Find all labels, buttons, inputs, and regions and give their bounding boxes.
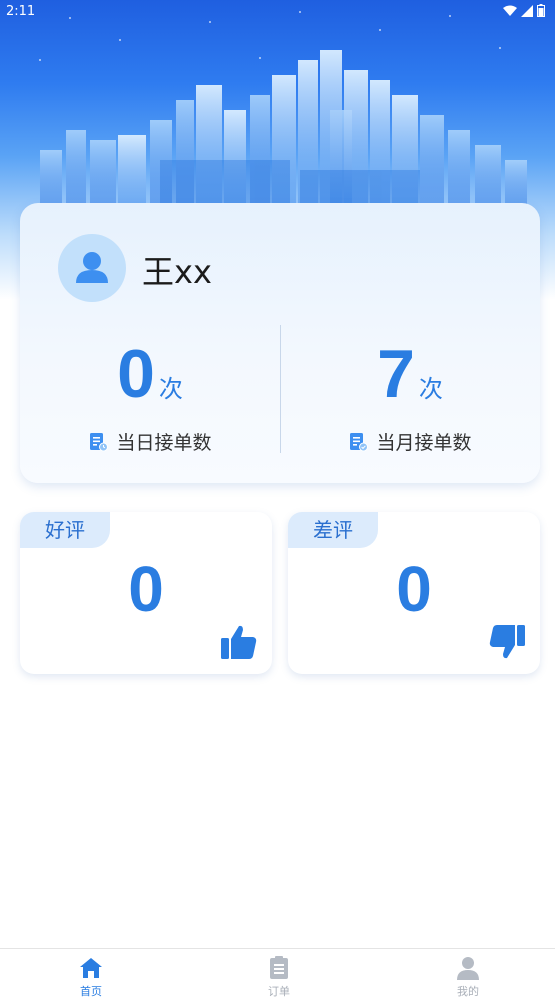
monthly-orders-stat: 7次 当月接单数: [280, 335, 540, 455]
bad-review-tag: 差评: [288, 512, 378, 548]
home-screen: 2:11 王xx 0次 当日接单数 7 次 当月接单数 好评 0 差评 0 首页…: [0, 0, 555, 1000]
tab-mine[interactable]: 我的: [428, 955, 508, 1000]
daily-orders-unit: 次: [158, 375, 183, 403]
bottom-tab-bar: 首页 订单 我的: [0, 948, 555, 1000]
good-review-tag: 好评: [20, 512, 110, 548]
daily-report-icon: [90, 432, 109, 451]
monthly-orders-label: 当月接单数: [376, 432, 472, 454]
tab-home-label: 首页: [80, 985, 102, 998]
user-icon: [457, 957, 479, 980]
good-review-card[interactable]: 好评 0: [20, 512, 272, 674]
good-review-count: 0: [128, 553, 164, 625]
user-avatar-icon: [76, 252, 108, 283]
avatar[interactable]: [58, 234, 126, 302]
bad-review-card[interactable]: 差评 0: [288, 512, 540, 674]
monthly-orders-unit: 次: [418, 375, 443, 403]
tab-home[interactable]: 首页: [51, 955, 131, 1000]
clipboard-icon: [270, 956, 288, 979]
daily-orders-count: 0: [117, 336, 155, 412]
daily-orders-label: 当日接单数: [116, 432, 212, 454]
monthly-report-icon: [350, 432, 369, 451]
profile-card: 王xx 0次 当日接单数 7次 当月接单数: [20, 203, 540, 483]
tab-orders-label: 订单: [268, 985, 290, 998]
status-time: 2:11: [6, 4, 36, 19]
tab-mine-label: 我的: [457, 985, 479, 998]
status-icons: [503, 4, 545, 17]
signal-icon: [521, 4, 533, 17]
tab-orders[interactable]: 订单: [239, 955, 319, 1000]
home-icon: [80, 958, 102, 978]
monthly-orders-count: 7: [377, 336, 415, 412]
user-name: 王xx: [142, 253, 212, 291]
daily-orders-stat: 0次 当日接单数: [20, 335, 280, 455]
bad-review-count: 0: [396, 553, 432, 625]
wifi-icon: [503, 5, 517, 16]
thumbs-down-icon: [489, 625, 525, 659]
thumbs-up-icon: [221, 625, 257, 659]
battery-icon: [537, 4, 545, 17]
status-bar: 2:11: [0, 0, 555, 24]
